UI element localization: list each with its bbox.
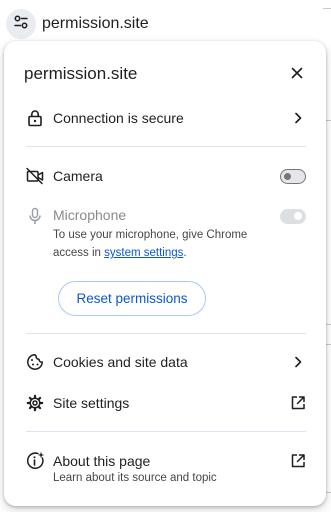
camera-toggle[interactable] — [280, 169, 306, 184]
microphone-label: Microphone — [53, 207, 127, 223]
microphone-note-end: . — [183, 247, 187, 259]
close-button[interactable] — [288, 66, 306, 84]
connection-label: Connection is secure — [53, 110, 184, 126]
chevron-right-icon — [290, 110, 306, 126]
cookies-row[interactable]: Cookies and site data — [4, 352, 326, 372]
omnibox[interactable]: permission.site — [0, 4, 331, 44]
chevron-right-icon — [290, 354, 306, 370]
gear-icon — [25, 393, 45, 413]
open-in-new-icon — [290, 395, 306, 411]
camera-label: Camera — [53, 168, 103, 184]
about-page-row[interactable]: About this page — [4, 451, 326, 471]
open-in-new-icon — [290, 453, 306, 469]
reset-permissions-button[interactable]: Reset permissions — [58, 281, 206, 316]
cookies-label: Cookies and site data — [53, 354, 188, 370]
system-settings-link[interactable]: system settings — [104, 247, 183, 259]
microphone-note: To use your microphone, give Chrome acce… — [53, 226, 273, 262]
microphone-toggle — [280, 209, 306, 224]
cookie-icon — [25, 352, 45, 372]
close-icon — [291, 66, 303, 84]
separator — [26, 431, 306, 432]
site-settings-label: Site settings — [53, 395, 130, 411]
site-info-button[interactable] — [6, 9, 36, 39]
omnibox-url[interactable]: permission.site — [42, 15, 149, 33]
about-page-sublabel: Learn about its source and topic — [53, 472, 217, 484]
separator — [26, 146, 306, 147]
separator — [26, 333, 306, 334]
page-info-bubble: permission.site Connection is secure Cam… — [4, 41, 326, 506]
microphone-icon — [25, 206, 45, 226]
site-settings-row[interactable]: Site settings — [4, 393, 326, 413]
camera-off-icon — [25, 166, 45, 186]
toggle-knob — [284, 172, 291, 180]
lock-icon — [25, 108, 45, 128]
about-page-label: About this page — [53, 453, 151, 469]
toggle-knob — [294, 212, 302, 220]
bubble-title: permission.site — [24, 64, 138, 83]
connection-row[interactable]: Connection is secure — [4, 108, 326, 128]
tune-icon — [13, 14, 29, 35]
about-page-icon — [25, 451, 45, 471]
camera-row[interactable]: Camera — [4, 166, 326, 186]
